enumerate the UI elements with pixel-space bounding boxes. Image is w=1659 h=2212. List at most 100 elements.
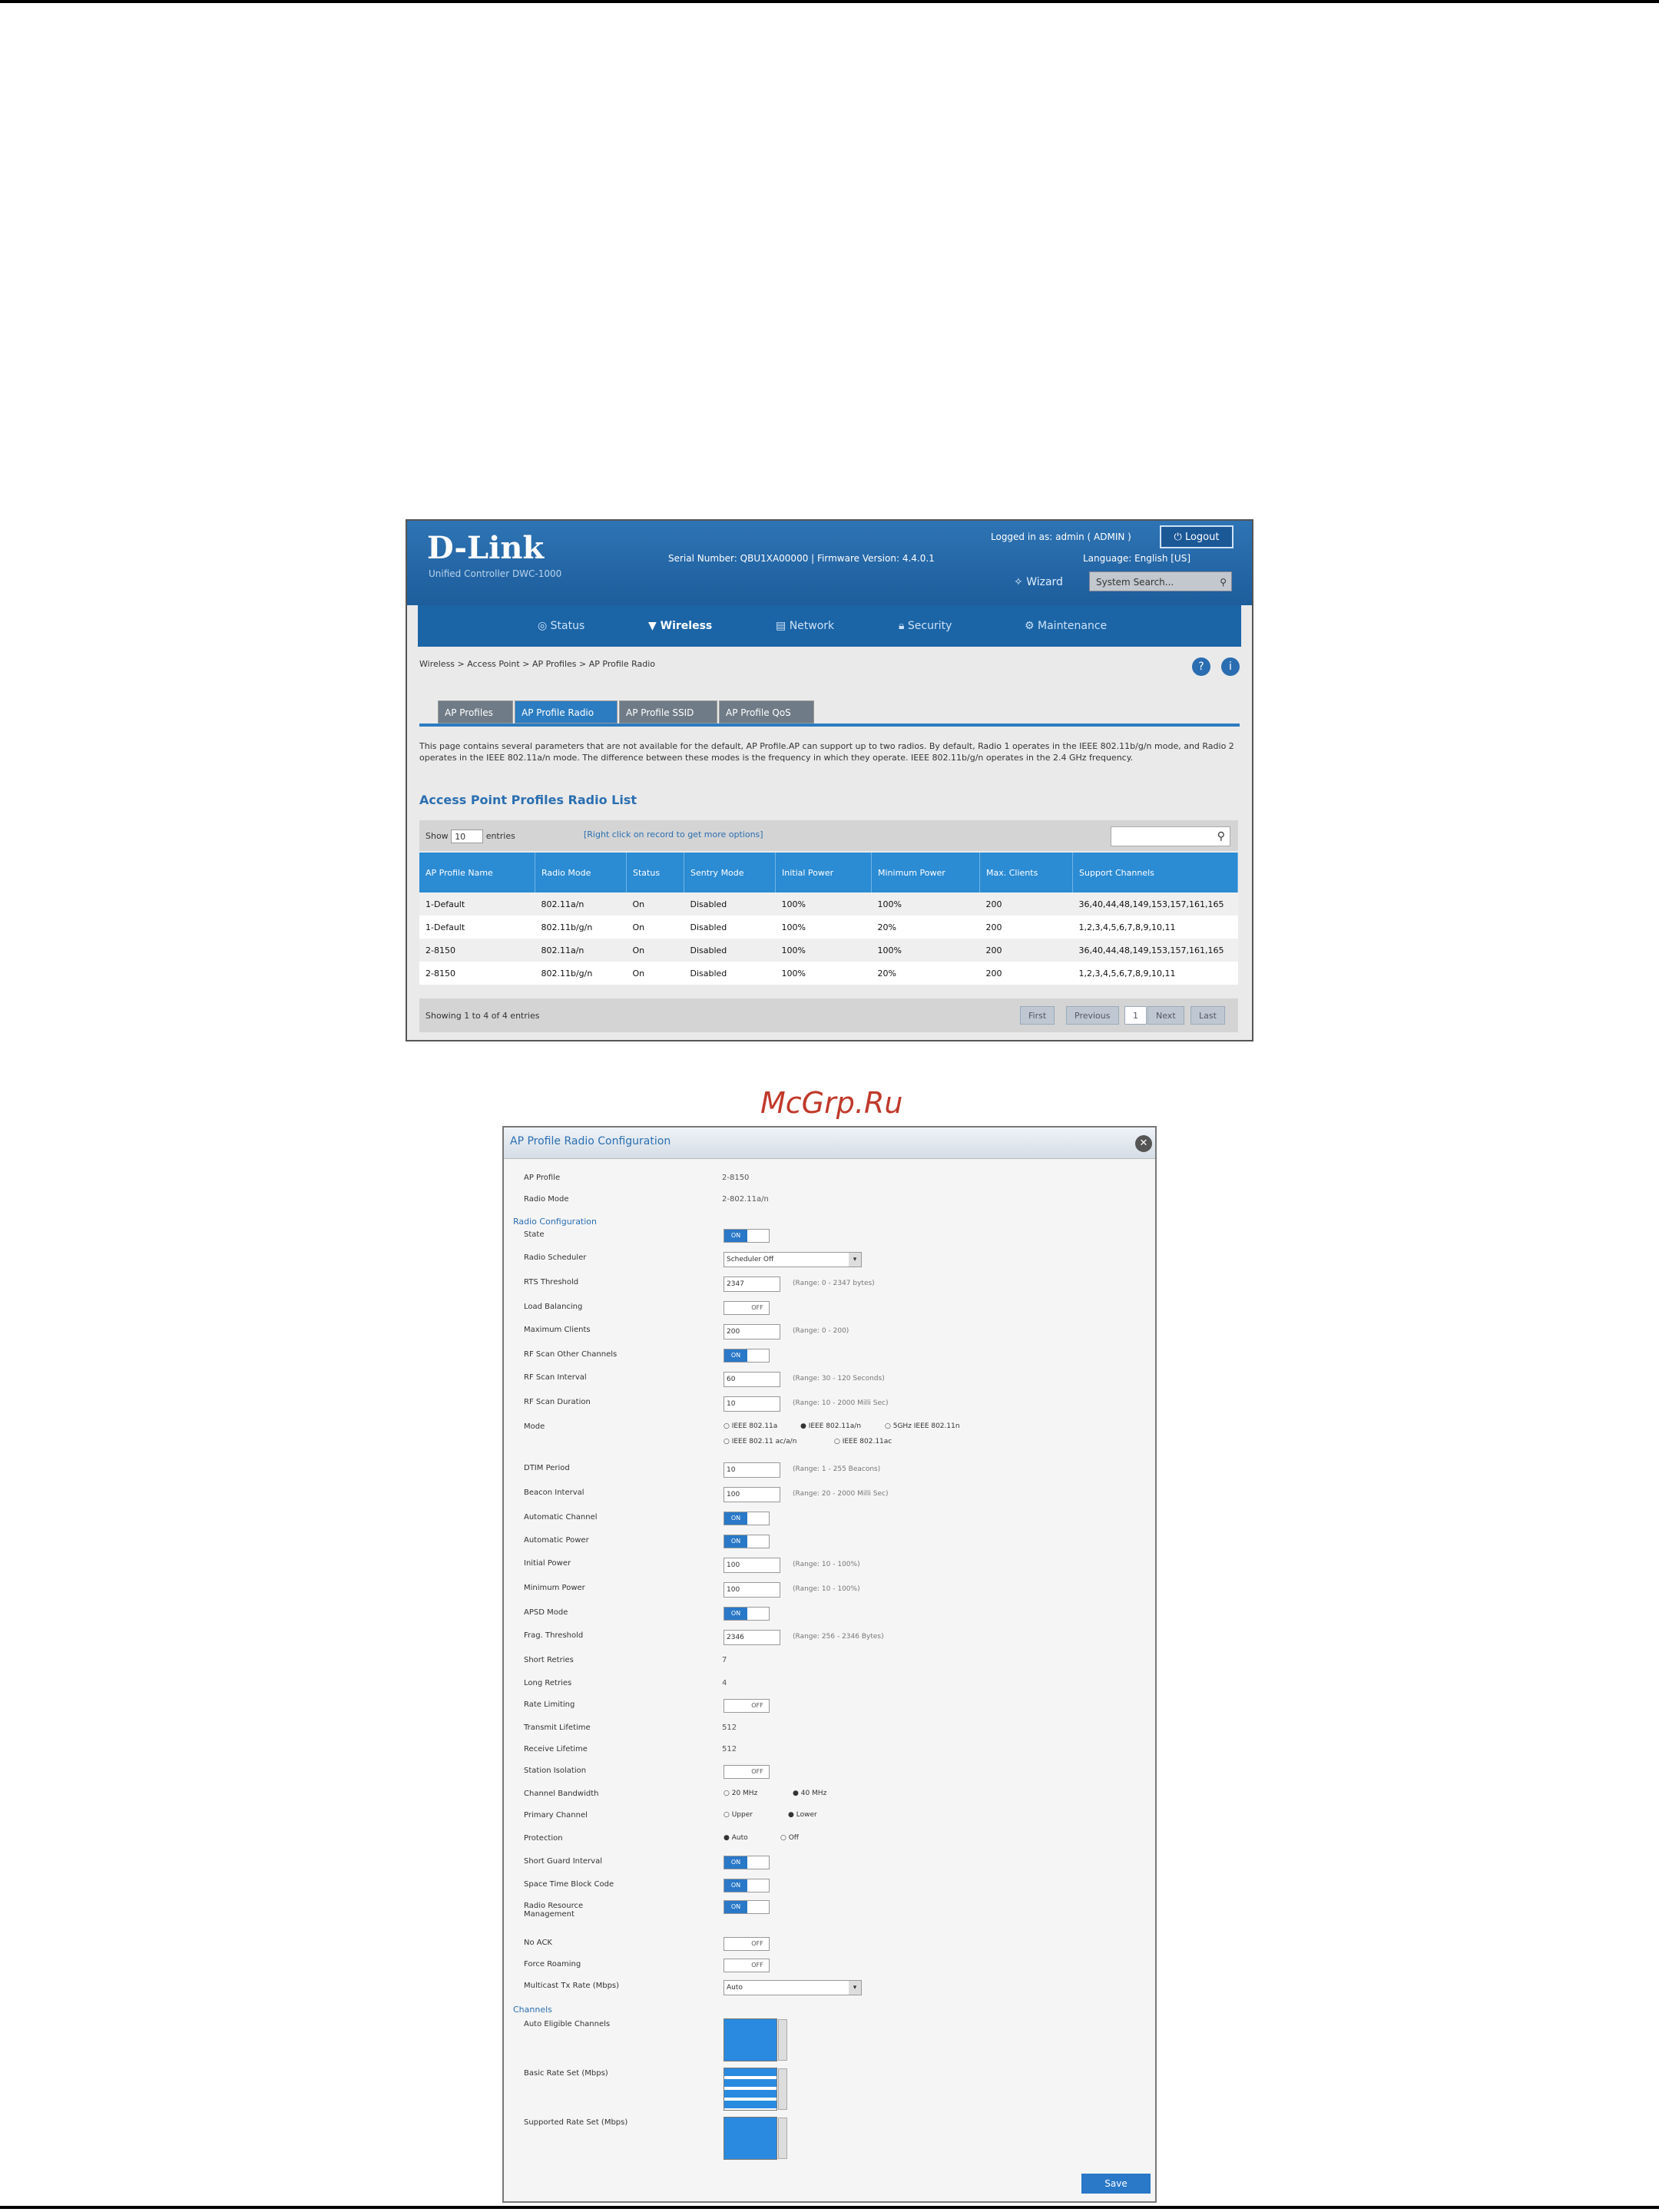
rf-scan-interval-input[interactable]: 60: [724, 1372, 780, 1387]
nav-wireless[interactable]: ▼ Wireless: [648, 616, 712, 636]
stbc-toggle[interactable]: ON: [724, 1879, 770, 1892]
last-page-button[interactable]: Last: [1190, 1006, 1225, 1025]
mode-option[interactable]: ○ IEEE 802.11ac: [834, 1438, 892, 1445]
page-1-button[interactable]: 1: [1124, 1006, 1147, 1025]
beacon-interval-input[interactable]: 100: [724, 1487, 780, 1502]
cell: 100%: [871, 939, 980, 962]
gear-icon: ⚙: [1025, 620, 1035, 632]
nav-status[interactable]: ◎ Status: [538, 616, 584, 636]
rrm-toggle[interactable]: ON: [724, 1900, 770, 1914]
first-page-button[interactable]: First: [1020, 1006, 1055, 1025]
nav-security[interactable]: 🔒︎ Security: [899, 616, 952, 636]
station-isolation-toggle[interactable]: OFF: [724, 1765, 770, 1779]
scrollbar[interactable]: [778, 2019, 787, 2061]
protection-option[interactable]: ○ Off: [780, 1834, 799, 1842]
col-minimum-power[interactable]: Minimum Power: [871, 853, 980, 892]
entries-select[interactable]: 10: [451, 830, 484, 843]
help-icon[interactable]: ?: [1192, 657, 1210, 676]
mode-label: Mode: [524, 1422, 545, 1431]
tab-ap-profiles[interactable]: AP Profiles: [438, 700, 513, 724]
table-row[interactable]: 2-8150 802.11a/n On Disabled 100% 100% 200 36,4…: [419, 939, 1238, 962]
rts-threshold-input[interactable]: 2347: [724, 1277, 780, 1292]
maximum-clients-input[interactable]: 200: [724, 1324, 780, 1339]
automatic-power-toggle[interactable]: ON: [724, 1535, 770, 1548]
mode-option[interactable]: ● IEEE 802.11a/n: [800, 1422, 861, 1430]
tab-ap-profile-radio[interactable]: AP Profile Radio: [515, 700, 618, 724]
section-channels: Channels: [513, 2005, 552, 2015]
minimum-power-input[interactable]: 100: [724, 1582, 780, 1598]
station-isolation-label: Station Isolation: [524, 1767, 587, 1775]
nav-network[interactable]: ▤ Network: [776, 616, 834, 636]
cell: 2-8150: [419, 962, 535, 985]
col-radio-mode[interactable]: Radio Mode: [535, 853, 627, 892]
radio-mode-value: 2-802.11a/n: [722, 1195, 769, 1204]
supported-rate-listbox[interactable]: [724, 2117, 787, 2160]
tab-ap-profile-ssid[interactable]: AP Profile SSID: [619, 700, 717, 724]
logout-button[interactable]: ⏻ Logout: [1160, 525, 1233, 548]
basic-rate-listbox[interactable]: [724, 2068, 787, 2111]
table-row[interactable]: 1-Default 802.11a/n On Disabled 100% 100% 200 3…: [419, 892, 1238, 916]
close-icon[interactable]: ✕: [1135, 1135, 1152, 1152]
beacon-interval-label: Beacon Interval: [524, 1488, 584, 1497]
cell: 200: [979, 916, 1073, 939]
initial-power-range: (Range: 10 - 100%): [793, 1561, 860, 1568]
state-toggle[interactable]: ON: [724, 1229, 770, 1243]
col-status[interactable]: Status: [626, 853, 684, 892]
auto-eligible-label: Auto Eligible Channels: [524, 2020, 611, 2028]
table-row[interactable]: 1-Default 802.11b/g/n On Disabled 100% 20% 200…: [419, 916, 1238, 939]
multicast-rate-select[interactable]: Auto ▾: [724, 1980, 862, 1995]
scrollbar[interactable]: [778, 2118, 787, 2159]
short-guard-toggle[interactable]: ON: [724, 1856, 770, 1869]
mode-option[interactable]: ○ 5GHz IEEE 802.11n: [885, 1422, 960, 1430]
cell: 1-Default: [419, 916, 535, 939]
basic-rate-label: Basic Rate Set (Mbps): [524, 2069, 608, 2078]
load-balancing-toggle[interactable]: OFF: [724, 1301, 770, 1315]
wireless-icon: ▼: [648, 620, 657, 632]
product-subtitle: Unified Controller DWC-1000: [429, 568, 562, 579]
rf-scan-duration-input[interactable]: 10: [724, 1396, 780, 1412]
radio-scheduler-select[interactable]: Scheduler Off ▾: [724, 1252, 862, 1267]
auto-eligible-listbox[interactable]: [724, 2018, 787, 2061]
cell: 36,40,44,48,149,153,157,161,165: [1072, 939, 1238, 962]
frag-threshold-input[interactable]: 2346: [724, 1630, 780, 1645]
chevron-down-icon: ▾: [849, 1253, 861, 1267]
primary-channel-option[interactable]: ○ Upper: [724, 1811, 753, 1819]
bottom-rule: [0, 2206, 1659, 2209]
mode-option[interactable]: ○ IEEE 802.11a: [724, 1422, 777, 1430]
col-support-channels[interactable]: Support Channels: [1072, 853, 1238, 892]
previous-page-button[interactable]: Previous: [1066, 1006, 1119, 1025]
protection-option[interactable]: ● Auto: [724, 1834, 748, 1842]
serial-info: Serial Number: QBU1XA00000 | Firmware Ve…: [668, 553, 935, 564]
apsd-mode-toggle[interactable]: ON: [724, 1607, 770, 1621]
primary-channel-option[interactable]: ● Lower: [788, 1811, 817, 1819]
automatic-channel-toggle[interactable]: ON: [724, 1512, 770, 1525]
no-ack-toggle[interactable]: OFF: [724, 1937, 770, 1951]
table-row[interactable]: 2-8150 802.11b/g/n On Disabled 100% 20% 200 1,2…: [419, 962, 1238, 985]
bandwidth-option[interactable]: ○ 20 MHz: [724, 1790, 757, 1797]
system-search-input[interactable]: System Search... ⚲: [1089, 571, 1232, 591]
language-selector[interactable]: Language: English [US]: [1083, 553, 1190, 564]
info-icon[interactable]: i: [1221, 657, 1240, 676]
short-retries-value: 7: [722, 1656, 727, 1664]
table-search-input[interactable]: ⚲: [1111, 826, 1230, 846]
tab-ap-profile-qos[interactable]: AP Profile QoS: [719, 700, 814, 724]
rf-scan-other-toggle[interactable]: ON: [724, 1349, 770, 1363]
nav-maintenance[interactable]: ⚙ Maintenance: [1025, 616, 1107, 636]
rate-limiting-toggle[interactable]: OFF: [724, 1699, 770, 1713]
col-ap-profile-name[interactable]: AP Profile Name: [419, 853, 535, 892]
scrollbar[interactable]: [778, 2068, 787, 2110]
col-max-clients[interactable]: Max. Clients: [979, 853, 1073, 892]
mode-option[interactable]: ○ IEEE 802.11 ac/a/n: [724, 1438, 796, 1445]
next-page-button[interactable]: Next: [1147, 1006, 1184, 1025]
wizard-link[interactable]: ✧ Wizard: [1014, 576, 1063, 588]
force-roaming-toggle[interactable]: OFF: [724, 1959, 770, 1972]
ap-profile-value: 2-8150: [722, 1174, 750, 1182]
cell: On: [626, 892, 684, 916]
save-button[interactable]: Save: [1081, 2174, 1151, 2194]
search-icon: ⚲: [1220, 577, 1227, 588]
initial-power-input[interactable]: 100: [724, 1558, 780, 1573]
col-sentry-mode[interactable]: Sentry Mode: [684, 853, 776, 892]
col-initial-power[interactable]: Initial Power: [775, 853, 872, 892]
bandwidth-option[interactable]: ● 40 MHz: [793, 1790, 826, 1797]
dtim-period-input[interactable]: 10: [724, 1462, 780, 1478]
